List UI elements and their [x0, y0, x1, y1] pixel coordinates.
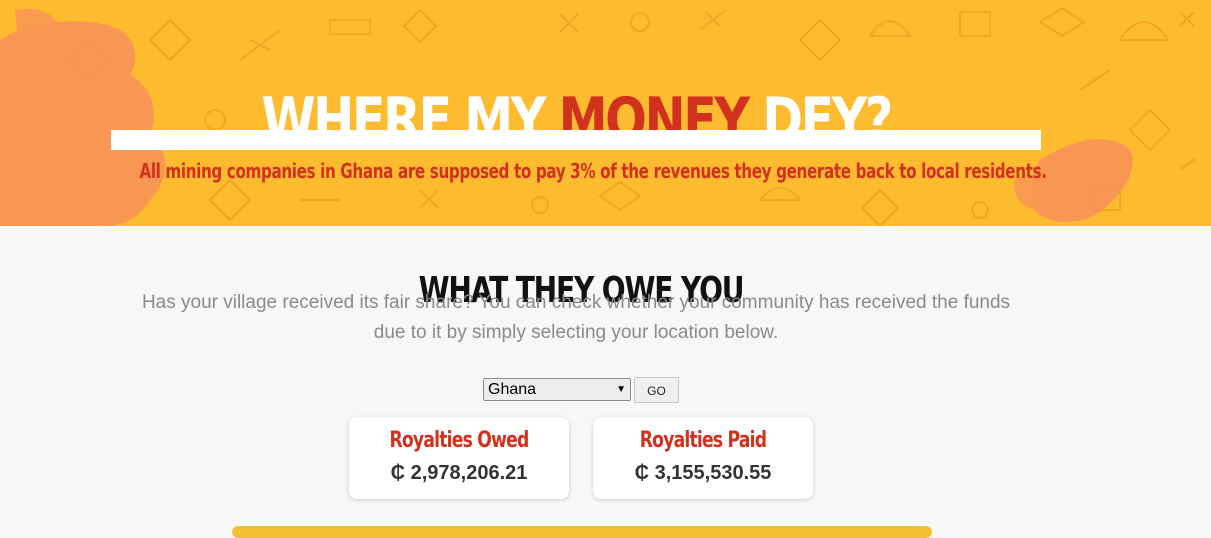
location-select[interactable]: Ghana ▼: [483, 378, 631, 401]
royalties-owed-label: Royalties Owed: [389, 428, 529, 453]
chevron-down-icon: ▼: [616, 384, 626, 395]
royalties-paid-label: Royalties Paid: [639, 428, 767, 453]
next-section-strip: [232, 526, 932, 538]
intro-text: Has your village received its fair share…: [141, 292, 1011, 343]
royalties-owed-card: Royalties Owed ₵ 2,978,206.21: [349, 417, 569, 499]
hero-banner: WHERE MY MONEY DEY? All mining companies…: [0, 0, 1211, 226]
royalties-paid-card: Royalties Paid ₵ 3,155,530.55: [593, 417, 813, 499]
location-selected-value: Ghana: [488, 381, 537, 398]
title-divider: [111, 130, 1041, 150]
hero-subtitle: All mining companies in Ghana are suppos…: [139, 159, 1047, 183]
go-button[interactable]: GO: [634, 377, 679, 403]
royalties-owed-value: ₵ 2,978,206.21: [390, 462, 528, 484]
royalties-paid-value: ₵ 3,155,530.55: [634, 462, 772, 484]
